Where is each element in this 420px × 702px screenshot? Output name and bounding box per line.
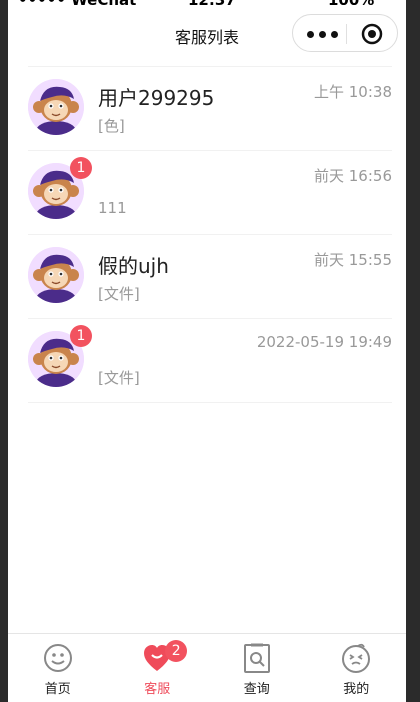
tab-mine[interactable]: 我的 bbox=[307, 634, 407, 702]
close-target-icon[interactable] bbox=[361, 23, 383, 45]
capsule-divider bbox=[346, 24, 347, 44]
tab-label: 客服 bbox=[144, 682, 171, 697]
search-doc-icon bbox=[243, 643, 270, 673]
conversation-preview: [色] bbox=[98, 117, 125, 135]
conversation-row[interactable]: 1 2022-05-19 19:49 [文件] bbox=[28, 319, 392, 403]
unread-badge: 1 bbox=[70, 157, 92, 179]
tab-service[interactable]: 2 客服 bbox=[108, 634, 208, 702]
tab-bar: 首页 2 客服 查询 我的 bbox=[8, 633, 406, 702]
conversation-row[interactable]: 假的ujh 前天 15:55 [文件] bbox=[28, 235, 392, 319]
tab-home[interactable]: 首页 bbox=[8, 634, 108, 702]
tab-label: 首页 bbox=[44, 682, 71, 697]
avatar bbox=[28, 79, 84, 135]
tab-search[interactable]: 查询 bbox=[207, 634, 307, 702]
conversation-time: 前天 15:55 bbox=[314, 251, 392, 269]
battery-level: 100% bbox=[328, 0, 375, 9]
tab-label: 查询 bbox=[243, 682, 270, 697]
nav-bar: 客服列表 bbox=[8, 10, 406, 60]
conversation-time: 前天 16:56 bbox=[314, 167, 392, 185]
tab-badge: 2 bbox=[165, 640, 188, 662]
conversation-time: 上午 10:38 bbox=[314, 83, 392, 101]
conversation-name: 用户299295 bbox=[98, 86, 215, 110]
conversation-preview: [文件] bbox=[98, 369, 140, 387]
avatar bbox=[28, 247, 84, 303]
conversation-name: 假的ujh bbox=[98, 254, 169, 278]
status-bar: ••••• WeChat 12:37 100% bbox=[8, 0, 406, 10]
conversation-row[interactable]: 1 前天 16:56 111 bbox=[28, 151, 392, 235]
mini-program-capsule bbox=[292, 14, 398, 52]
carrier-label: ••••• WeChat bbox=[18, 0, 137, 9]
conversation-row[interactable]: 用户299295 上午 10:38 [色] bbox=[28, 67, 392, 151]
conversation-time: 2022-05-19 19:49 bbox=[256, 333, 392, 351]
phone-frame: ••••• WeChat 12:37 100% 客服列表 用户299295 上午… bbox=[0, 0, 420, 702]
face-icon bbox=[43, 644, 72, 672]
wink-face-icon bbox=[342, 643, 371, 673]
tab-label: 我的 bbox=[343, 682, 370, 697]
more-menu-icon[interactable] bbox=[307, 31, 338, 38]
conversation-preview: [文件] bbox=[98, 285, 140, 303]
conversation-preview: 111 bbox=[98, 199, 127, 217]
unread-badge: 1 bbox=[70, 325, 92, 347]
clock: 12:37 bbox=[188, 0, 236, 9]
conversation-list: 用户299295 上午 10:38 [色] 1 前天 16:56 111 假的u… bbox=[28, 66, 392, 403]
